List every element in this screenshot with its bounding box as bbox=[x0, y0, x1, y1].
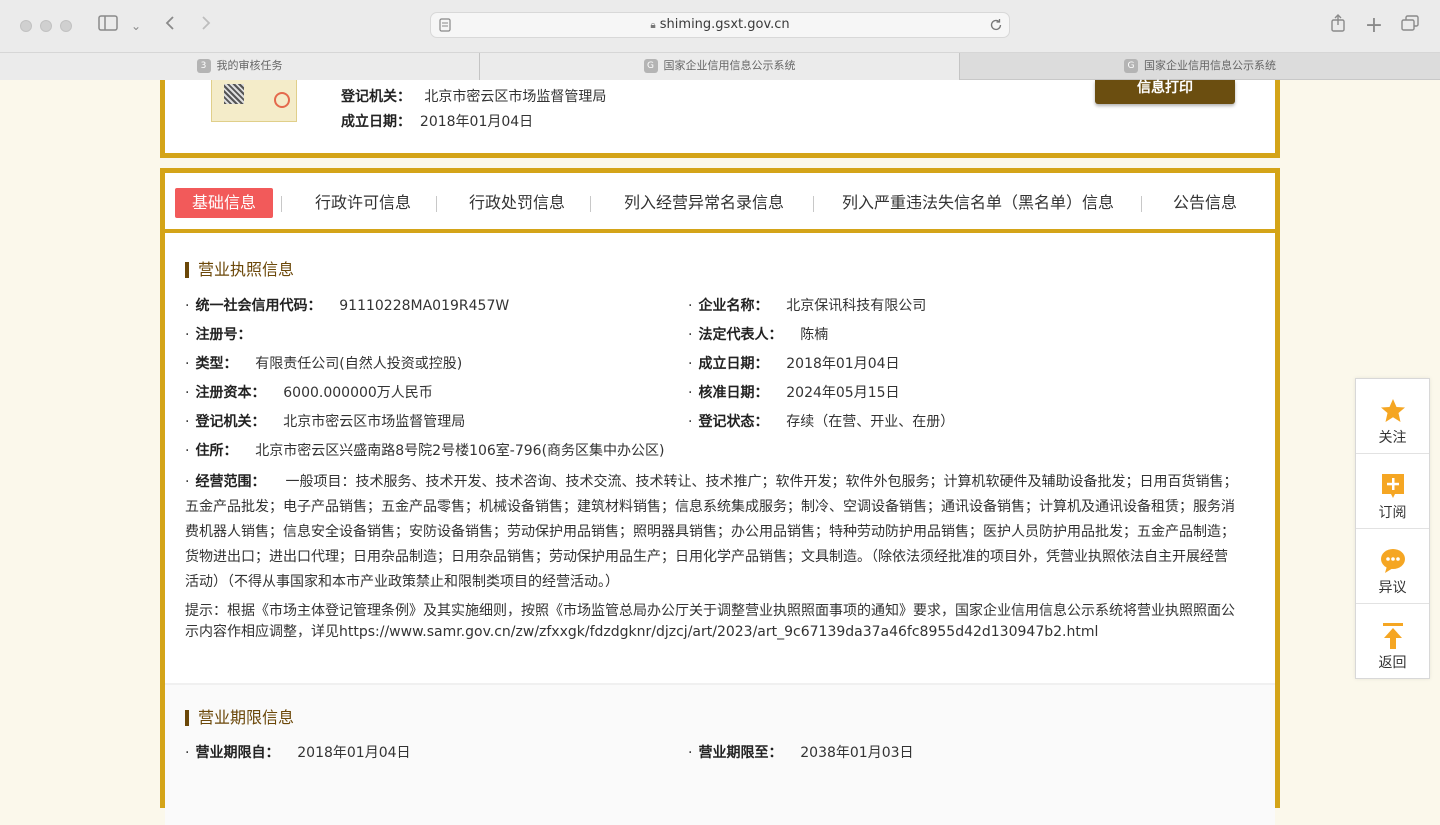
basic-info-card: 基础信息 行政许可信息 行政处罚信息 列入经营异常名录信息 列入严重违法失信名单… bbox=[160, 168, 1280, 825]
tab-favicon: G bbox=[1124, 59, 1138, 73]
tab-basic-info[interactable]: 基础信息 bbox=[175, 188, 273, 218]
business-scope-text: 一般项目：技术服务、技术开发、技术咨询、技术交流、技术转让、技术推广；软件开发；… bbox=[185, 474, 1238, 590]
floating-toolbar: 关注 订阅 异议 返回 bbox=[1355, 378, 1430, 679]
browser-tab-3[interactable]: G 国家企业信用信息公示系统 bbox=[960, 53, 1440, 80]
seal-icon bbox=[274, 92, 290, 108]
license-tip: 提示：根据《市场主体登记管理条例》及其实施细则，按照《市场监管总局办公厅关于调整… bbox=[185, 603, 1235, 640]
business-license-thumbnail[interactable] bbox=[211, 80, 297, 122]
field-address: · 住所： 北京市密云区兴盛南路8号院2号楼106室-796(商务区集中办公区) bbox=[185, 443, 665, 459]
browser-tab-bar: 3 我的审核任务 G 国家企业信用信息公示系统 G 国家企业信用信息公示系统 bbox=[0, 53, 1440, 80]
tab-admin-penalty[interactable]: 行政处罚信息 bbox=[459, 188, 575, 218]
tab-divider bbox=[281, 196, 282, 212]
header-est-date: 成立日期： 2018年01月04日 bbox=[341, 114, 534, 130]
browser-tab-1[interactable]: 3 我的审核任务 bbox=[0, 53, 480, 80]
objection-label: 异议 bbox=[1378, 580, 1407, 596]
back-to-top-button[interactable]: 返回 bbox=[1356, 604, 1429, 679]
tab-label: 国家企业信用信息公示系统 bbox=[1144, 59, 1276, 72]
tab-abnormal-operation[interactable]: 列入经营异常名录信息 bbox=[614, 188, 794, 218]
license-section-title: 营业执照信息 bbox=[185, 262, 294, 278]
sidebar-toggle-icon[interactable] bbox=[96, 14, 120, 38]
field-est-date: · 成立日期： 2018年01月04日 bbox=[688, 356, 900, 372]
plus-square-icon bbox=[1382, 474, 1404, 498]
tab-admin-license[interactable]: 行政许可信息 bbox=[305, 188, 421, 218]
forward-arrow-icon[interactable] bbox=[194, 14, 218, 38]
tab-blacklist[interactable]: 列入严重违法失信名单（黑名单）信息 bbox=[833, 188, 1123, 218]
tab-divider bbox=[813, 196, 814, 212]
field-company-name: · 企业名称： 北京保讯科技有限公司 bbox=[688, 298, 927, 314]
speech-bubble-icon bbox=[1381, 549, 1405, 573]
url-text: shiming.gsxt.gov.cn bbox=[659, 17, 790, 32]
field-legal-rep: · 法定代表人： 陈楠 bbox=[688, 327, 829, 343]
tab-divider bbox=[1141, 196, 1142, 212]
company-header-card: 登记机关： 北京市密云区市场监督管理局 成立日期： 2018年01月04日 信息… bbox=[160, 80, 1280, 158]
close-window-button[interactable] bbox=[20, 20, 32, 32]
tab-announcement[interactable]: 公告信息 bbox=[1165, 188, 1245, 218]
chevron-down-icon[interactable]: ⌄ bbox=[128, 14, 144, 38]
field-approval-date: · 核准日期： 2024年05月15日 bbox=[688, 385, 900, 401]
tab-divider bbox=[436, 196, 437, 212]
field-term-to: · 营业期限至： 2038年01月03日 bbox=[688, 745, 914, 761]
back-arrow-icon[interactable] bbox=[158, 14, 182, 38]
share-icon[interactable] bbox=[1326, 14, 1350, 38]
reload-icon[interactable] bbox=[989, 17, 1003, 36]
field-type: · 类型： 有限责任公司(自然人投资或控股) bbox=[185, 356, 463, 372]
info-tabs: 基础信息 行政许可信息 行政处罚信息 列入经营异常名录信息 列入严重违法失信名单… bbox=[165, 173, 1275, 233]
header-reg-authority: 登记机关： 北京市密云区市场监督管理局 bbox=[341, 89, 607, 105]
field-capital: · 注册资本： 6000.000000万人民币 bbox=[185, 385, 433, 401]
new-tab-icon[interactable]: + bbox=[1362, 14, 1386, 38]
tab-label: 我的审核任务 bbox=[216, 59, 283, 72]
field-credit-code: · 统一社会信用代码： 91110228MA019R457W bbox=[185, 298, 510, 314]
subscribe-label: 订阅 bbox=[1378, 505, 1407, 521]
star-icon bbox=[1381, 399, 1405, 422]
print-info-button[interactable]: 信息打印 bbox=[1095, 80, 1235, 104]
browser-titlebar: ⌄ 🔒︎ shiming.gsxt.gov.cn + bbox=[0, 0, 1440, 53]
browser-tab-2[interactable]: G 国家企业信用信息公示系统 bbox=[480, 53, 960, 80]
arrow-up-icon bbox=[1383, 623, 1403, 649]
minimize-window-button[interactable] bbox=[40, 20, 52, 32]
field-reg-no: · 注册号： bbox=[185, 327, 252, 343]
term-section-title: 营业期限信息 bbox=[185, 710, 294, 726]
back-to-top-label: 返回 bbox=[1378, 655, 1407, 671]
address-bar[interactable]: 🔒︎ shiming.gsxt.gov.cn bbox=[430, 12, 1010, 38]
tab-favicon: 3 bbox=[196, 59, 211, 73]
follow-button[interactable]: 关注 bbox=[1356, 379, 1429, 454]
tab-label: 国家企业信用信息公示系统 bbox=[663, 59, 796, 72]
field-term-from: · 营业期限自： 2018年01月04日 bbox=[185, 745, 411, 761]
subscribe-button[interactable]: 订阅 bbox=[1356, 454, 1429, 529]
tab-divider bbox=[590, 196, 591, 212]
business-scope: · 经营范围： 一般项目：技术服务、技术开发、技术咨询、技术交流、技术转让、技术推广… bbox=[185, 474, 1238, 590]
field-authority: · 登记机关： 北京市密云区市场监督管理局 bbox=[185, 414, 466, 430]
field-status: · 登记状态： 存续（在营、开业、在册） bbox=[688, 414, 955, 430]
zoom-window-button[interactable] bbox=[60, 20, 72, 32]
tab-overview-icon[interactable] bbox=[1398, 14, 1422, 38]
follow-label: 关注 bbox=[1378, 430, 1407, 446]
qr-code-icon bbox=[224, 84, 244, 104]
tab-favicon: G bbox=[643, 59, 658, 73]
objection-button[interactable]: 异议 bbox=[1356, 529, 1429, 604]
term-section: 营业期限信息 · 营业期限自： 2018年01月04日 · 营业期限至： 2038年… bbox=[165, 685, 1275, 825]
lock-icon: 🔒︎ bbox=[650, 20, 656, 31]
